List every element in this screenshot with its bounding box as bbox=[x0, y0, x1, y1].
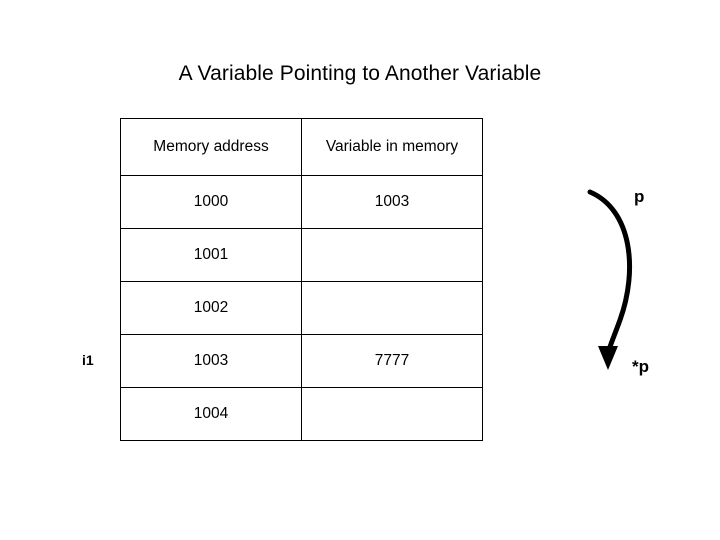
page-title: A Variable Pointing to Another Variable bbox=[178, 62, 542, 85]
cell-address: 1002 bbox=[120, 281, 302, 335]
label-i1: i1 bbox=[82, 352, 94, 368]
cell-value bbox=[301, 387, 483, 441]
table-row: 1003 7777 bbox=[120, 334, 483, 388]
column-header-variable-in-memory: Variable in memory bbox=[301, 118, 483, 176]
cell-value bbox=[301, 228, 483, 282]
column-header-memory-address: Memory address bbox=[120, 118, 302, 176]
memory-table: Memory address Variable in memory 1000 1… bbox=[120, 118, 483, 441]
table-row: 1004 bbox=[120, 387, 483, 441]
table-row: 1001 bbox=[120, 228, 483, 282]
cell-value bbox=[301, 281, 483, 335]
cell-address: 1000 bbox=[120, 175, 302, 229]
slide-canvas: A Variable Pointing to Another Variable … bbox=[0, 0, 720, 540]
table-row: 1000 1003 bbox=[120, 175, 483, 229]
cell-address: 1003 bbox=[120, 334, 302, 388]
cell-value: 7777 bbox=[301, 334, 483, 388]
cell-value: 1003 bbox=[301, 175, 483, 229]
curved-arrow-icon bbox=[587, 189, 632, 370]
table-row: 1002 bbox=[120, 281, 483, 335]
cell-address: 1004 bbox=[120, 387, 302, 441]
memory-table-container: Memory address Variable in memory 1000 1… bbox=[120, 118, 483, 443]
cell-address: 1001 bbox=[120, 228, 302, 282]
table-header-row: Memory address Variable in memory bbox=[120, 118, 483, 176]
